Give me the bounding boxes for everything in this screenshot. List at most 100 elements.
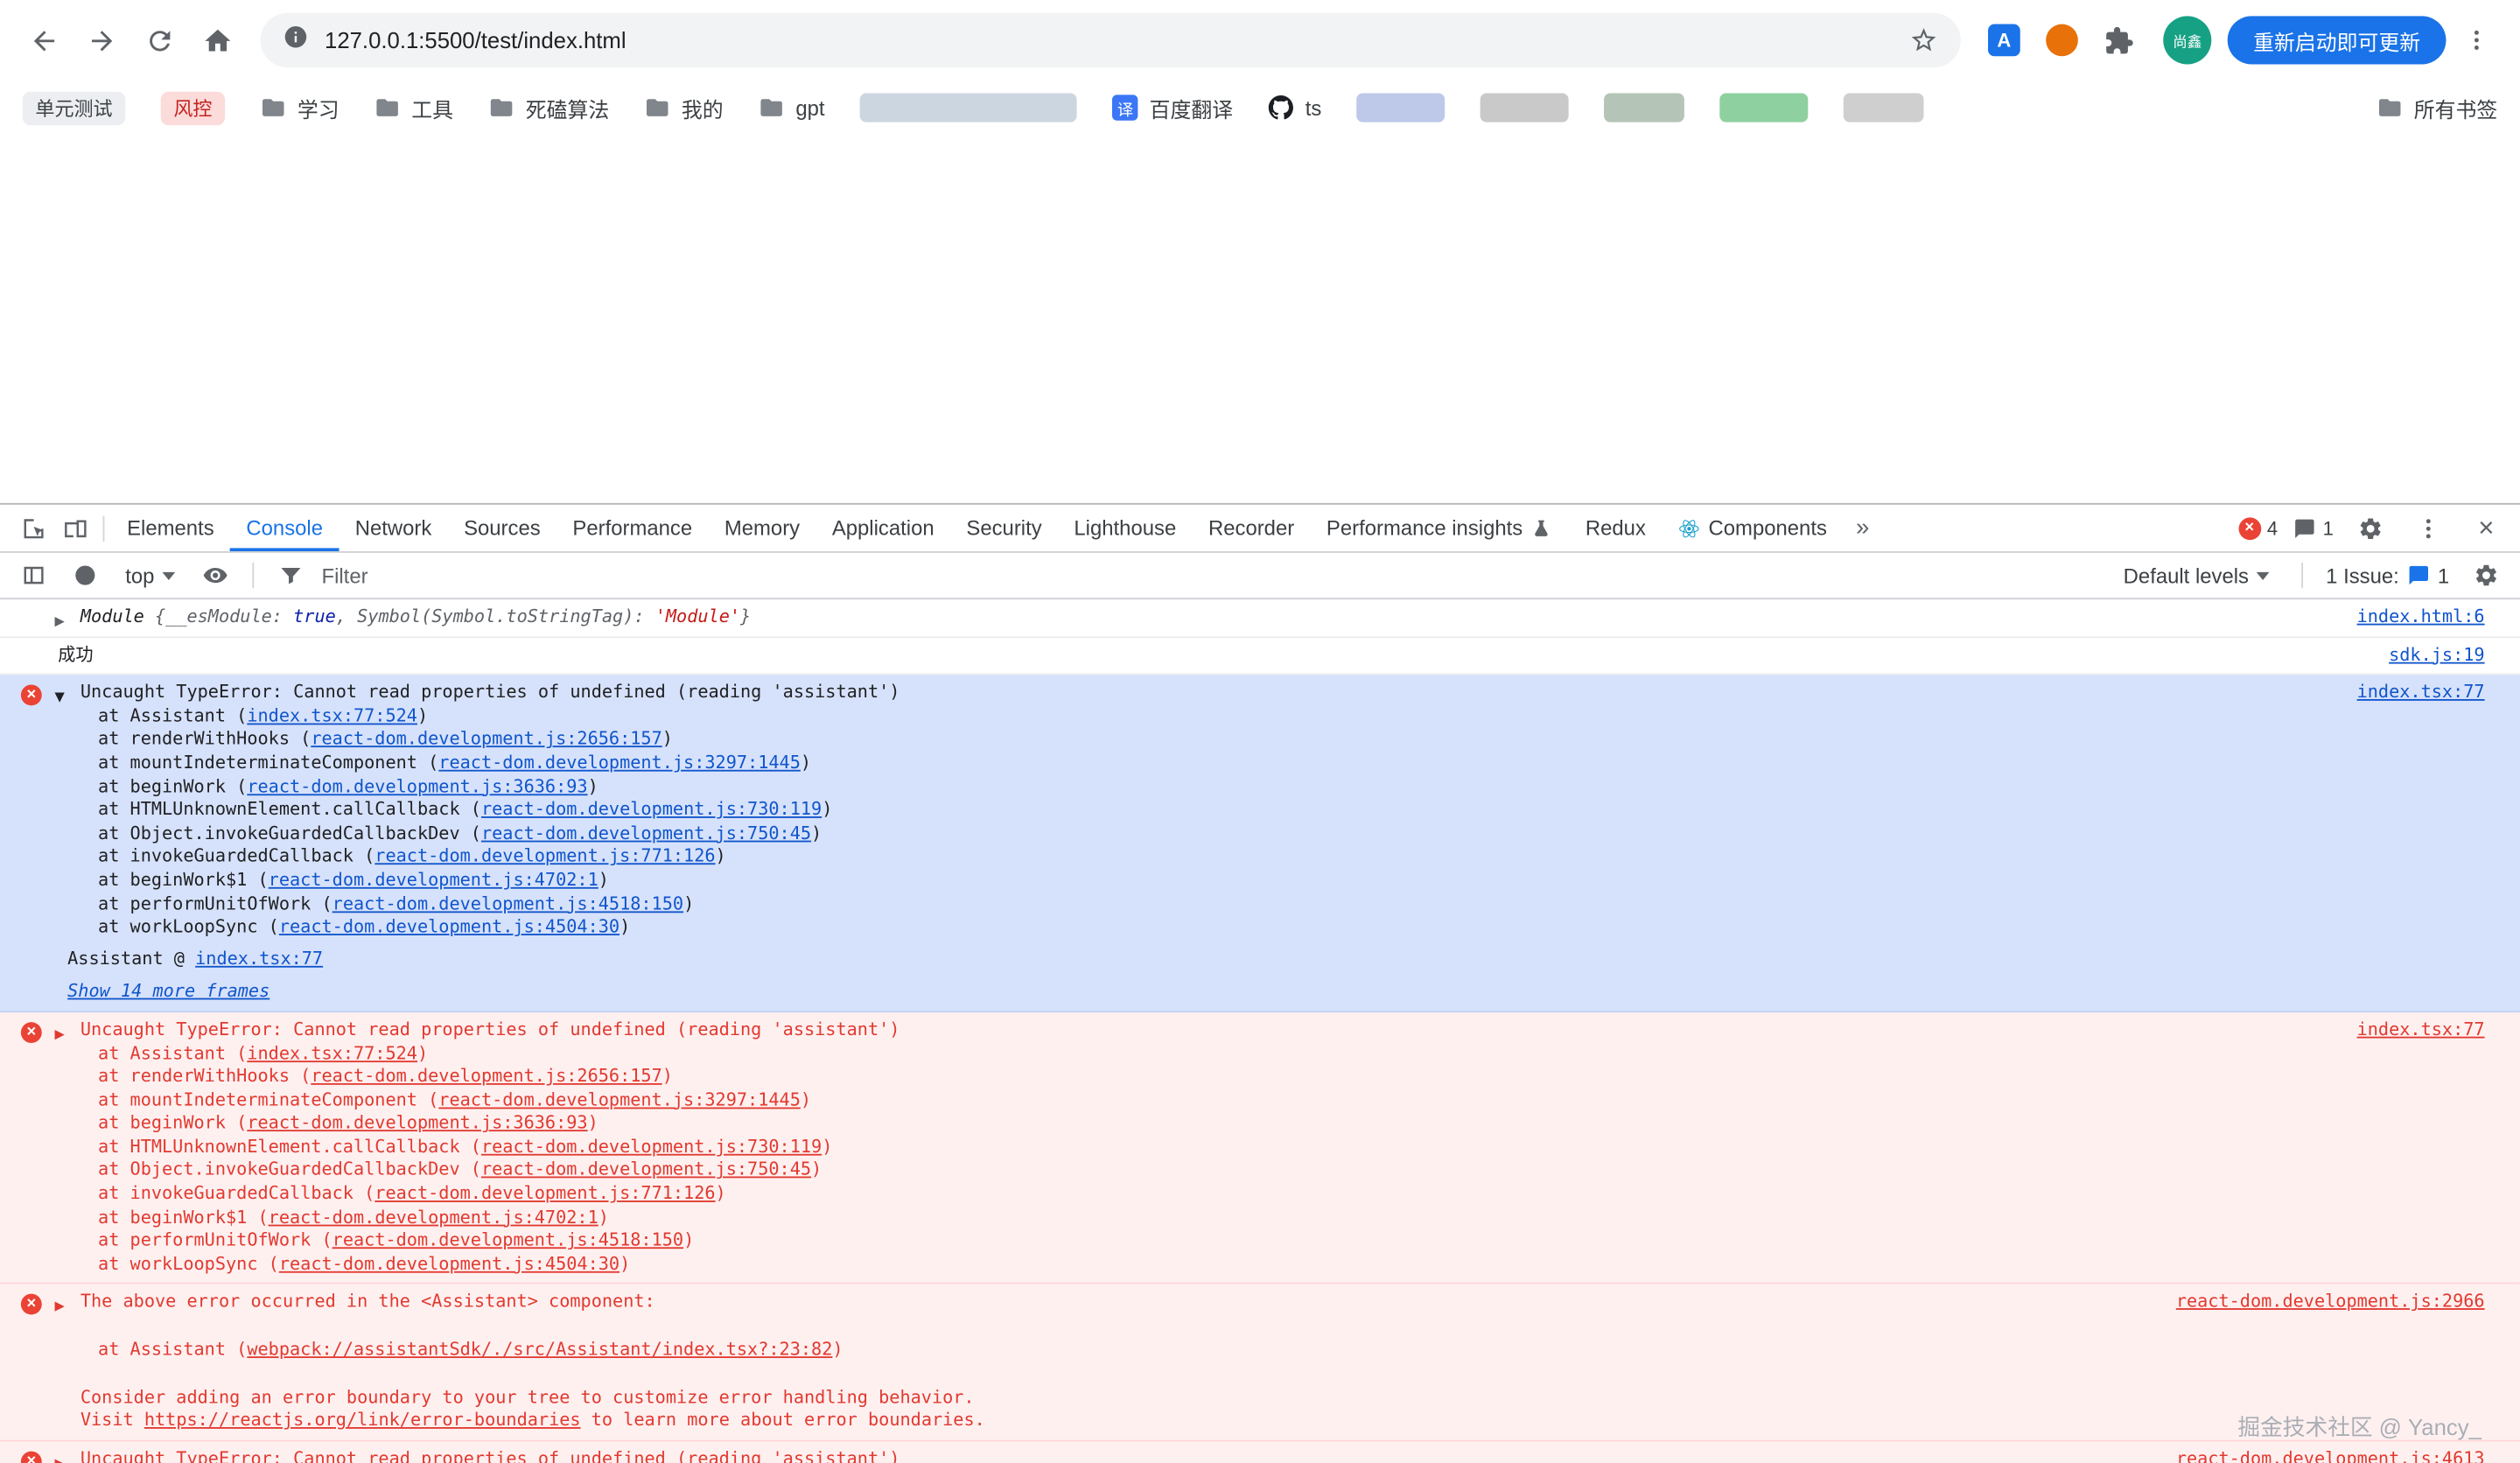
tab-console[interactable]: Console [230,505,339,551]
bookmark-star-icon[interactable] [1909,25,1938,54]
stack-frame-link[interactable]: react-dom.development.js:730:119 [481,799,822,820]
stack-frame-link[interactable]: react-dom.development.js:2656:157 [311,729,662,750]
devtools-menu-icon[interactable] [2407,507,2449,549]
stack-frame-link[interactable]: index.tsx:77:524 [247,1042,417,1063]
issues-counter[interactable]: 1 Issue: 1 [2326,564,2449,588]
stack-frame-link[interactable]: react-dom.development.js:4518:150 [332,892,683,914]
stack-frame-link[interactable]: webpack://assistantSdk/./src/Assistant/i… [247,1339,832,1360]
tab-network[interactable]: Network [339,505,447,551]
expand-arrow-icon[interactable]: ▼ [54,687,64,710]
stack-frame-link[interactable]: index.tsx:77:524 [247,705,417,726]
error-count-badge[interactable]: × 4 [2238,517,2278,540]
url-text[interactable]: 127.0.0.1:5500/test/index.html [325,27,626,52]
live-expression-eye-icon[interactable] [194,555,236,597]
extension-icon-orange[interactable] [2034,13,2089,67]
reload-button[interactable] [132,13,186,67]
source-location-link[interactable]: index.html:6 [2357,606,2485,629]
expand-arrow-icon[interactable]: ▶ [54,1024,64,1047]
inspect-element-icon[interactable] [13,507,55,549]
tab-application[interactable]: Application [816,505,950,551]
stack-frame-link[interactable]: react-dom.development.js:750:45 [481,1159,811,1180]
stack-frame-link[interactable]: react-dom.development.js:4504:30 [279,916,620,937]
clear-console-icon[interactable] [64,555,106,597]
tab-memory[interactable]: Memory [708,505,816,551]
source-location-link[interactable]: react-dom.development.js:2966 [2176,1292,2485,1315]
bookmark-item[interactable]: 译百度翻译 [1112,93,1233,123]
message-count-badge[interactable]: 1 [2294,517,2334,540]
address-bar[interactable]: 127.0.0.1:5500/test/index.html [261,13,1961,67]
console-message[interactable]: sdk.js:19成功 [0,637,2520,675]
tab-security[interactable]: Security [950,505,1058,551]
translate-extension-icon[interactable]: A [1977,13,2031,67]
device-toolbar-icon[interactable] [54,507,96,549]
extensions-puzzle-icon[interactable] [2092,13,2146,67]
stack-frame-link[interactable]: react-dom.development.js:3636:93 [247,1113,587,1134]
console-message[interactable]: react-dom.development.js:2966×▶The above… [0,1284,2520,1441]
context-selector[interactable]: top [116,560,185,591]
source-location-link[interactable]: index.tsx:77 [2357,682,2485,705]
bookmark-item[interactable]: ts [1269,94,1322,120]
show-more-frames-link[interactable]: Show 14 more frames [67,981,270,1004]
home-button[interactable] [190,13,244,67]
bookmark-folder[interactable]: 学习 [261,93,340,123]
console-settings-gear-icon[interactable] [2466,555,2508,597]
stack-frame-link[interactable]: react-dom.development.js:4702:1 [269,1207,598,1228]
stack-frame-link[interactable]: index.tsx:77 [195,948,323,969]
forward-button[interactable] [74,13,128,67]
redacted-bookmark[interactable] [1605,94,1685,122]
stack-frame-link[interactable]: react-dom.development.js:730:119 [481,1136,822,1157]
more-tabs-icon[interactable]: » [1843,514,1882,542]
tab-recorder[interactable]: Recorder [1193,505,1311,551]
log-levels-selector[interactable]: Default levels [2114,560,2279,591]
redacted-bookmark[interactable] [860,94,1077,122]
tab-sources[interactable]: Sources [448,505,556,551]
tab-elements[interactable]: Elements [111,505,230,551]
profile-avatar[interactable]: 尚鑫 [2163,16,2211,64]
back-button[interactable] [16,13,70,67]
stack-frame-link[interactable]: react-dom.development.js:3297:1445 [438,1089,801,1110]
tab-performance-insights[interactable]: Performance insights [1311,505,1570,551]
bookmark-folder[interactable]: gpt [759,94,824,120]
redacted-bookmark[interactable] [1480,94,1569,122]
expand-arrow-icon[interactable]: ▶ [54,1296,64,1320]
console-message[interactable]: index.html:6▶Module {__esModule: true, S… [0,599,2520,637]
site-info-icon[interactable] [283,24,308,58]
expand-arrow-icon[interactable]: ▶ [54,1452,64,1463]
close-devtools-icon[interactable]: × [2466,507,2508,549]
stack-frame-link[interactable]: react-dom.development.js:3636:93 [247,775,587,796]
update-chrome-button[interactable]: 重新启动即可更新 [2228,16,2446,64]
tab-performance[interactable]: Performance [556,505,708,551]
bookmark-item[interactable]: 单元测试 [23,91,126,125]
source-location-link[interactable]: index.tsx:77 [2357,1018,2485,1042]
source-location-link[interactable]: sdk.js:19 [2389,644,2484,668]
console-filter-input[interactable] [321,564,739,588]
redacted-bookmark[interactable] [1720,94,1809,122]
all-bookmarks-button[interactable]: 所有书签 [2348,93,2497,123]
stack-frame-link[interactable]: react-dom.development.js:750:45 [481,822,811,844]
bookmark-folder[interactable]: 我的 [645,93,724,123]
stack-frame-link[interactable]: react-dom.development.js:2656:157 [311,1066,662,1087]
stack-frame-link[interactable]: react-dom.development.js:4518:150 [332,1230,683,1251]
tab-lighthouse[interactable]: Lighthouse [1058,505,1193,551]
stack-frame-link[interactable]: react-dom.development.js:771:126 [374,1183,715,1204]
browser-menu-icon[interactable] [2449,13,2503,67]
stack-frame-link[interactable]: react-dom.development.js:4702:1 [269,870,598,891]
tab-components[interactable]: Components [1662,505,1843,551]
redacted-bookmark[interactable] [1844,94,1924,122]
bookmark-folder[interactable]: 死磕算法 [488,93,609,123]
console-message[interactable]: react-dom.development.js:4613×▶Uncaught … [0,1441,2520,1463]
bookmark-folder[interactable]: 工具 [374,93,453,123]
stack-frame-link[interactable]: react-dom.development.js:3297:1445 [438,752,801,774]
redacted-bookmark[interactable] [1357,94,1446,122]
console-message[interactable]: index.tsx:77×▶Uncaught TypeError: Cannot… [0,1012,2520,1284]
stack-frame-link[interactable]: https://reactjs.org/link/error-boundarie… [144,1410,581,1431]
source-location-link[interactable]: react-dom.development.js:4613 [2176,1448,2485,1463]
bookmark-item[interactable]: 风控 [161,91,225,125]
stack-frame-link[interactable]: react-dom.development.js:771:126 [374,846,715,867]
tab-redux[interactable]: Redux [1570,505,1662,551]
console-message[interactable]: index.tsx:77×▼Uncaught TypeError: Cannot… [0,676,2520,1012]
settings-gear-icon[interactable] [2349,507,2391,549]
expand-arrow-icon[interactable]: ▶ [54,611,64,634]
console-sidebar-icon[interactable] [13,555,55,597]
stack-frame-link[interactable]: react-dom.development.js:4504:30 [279,1253,620,1274]
